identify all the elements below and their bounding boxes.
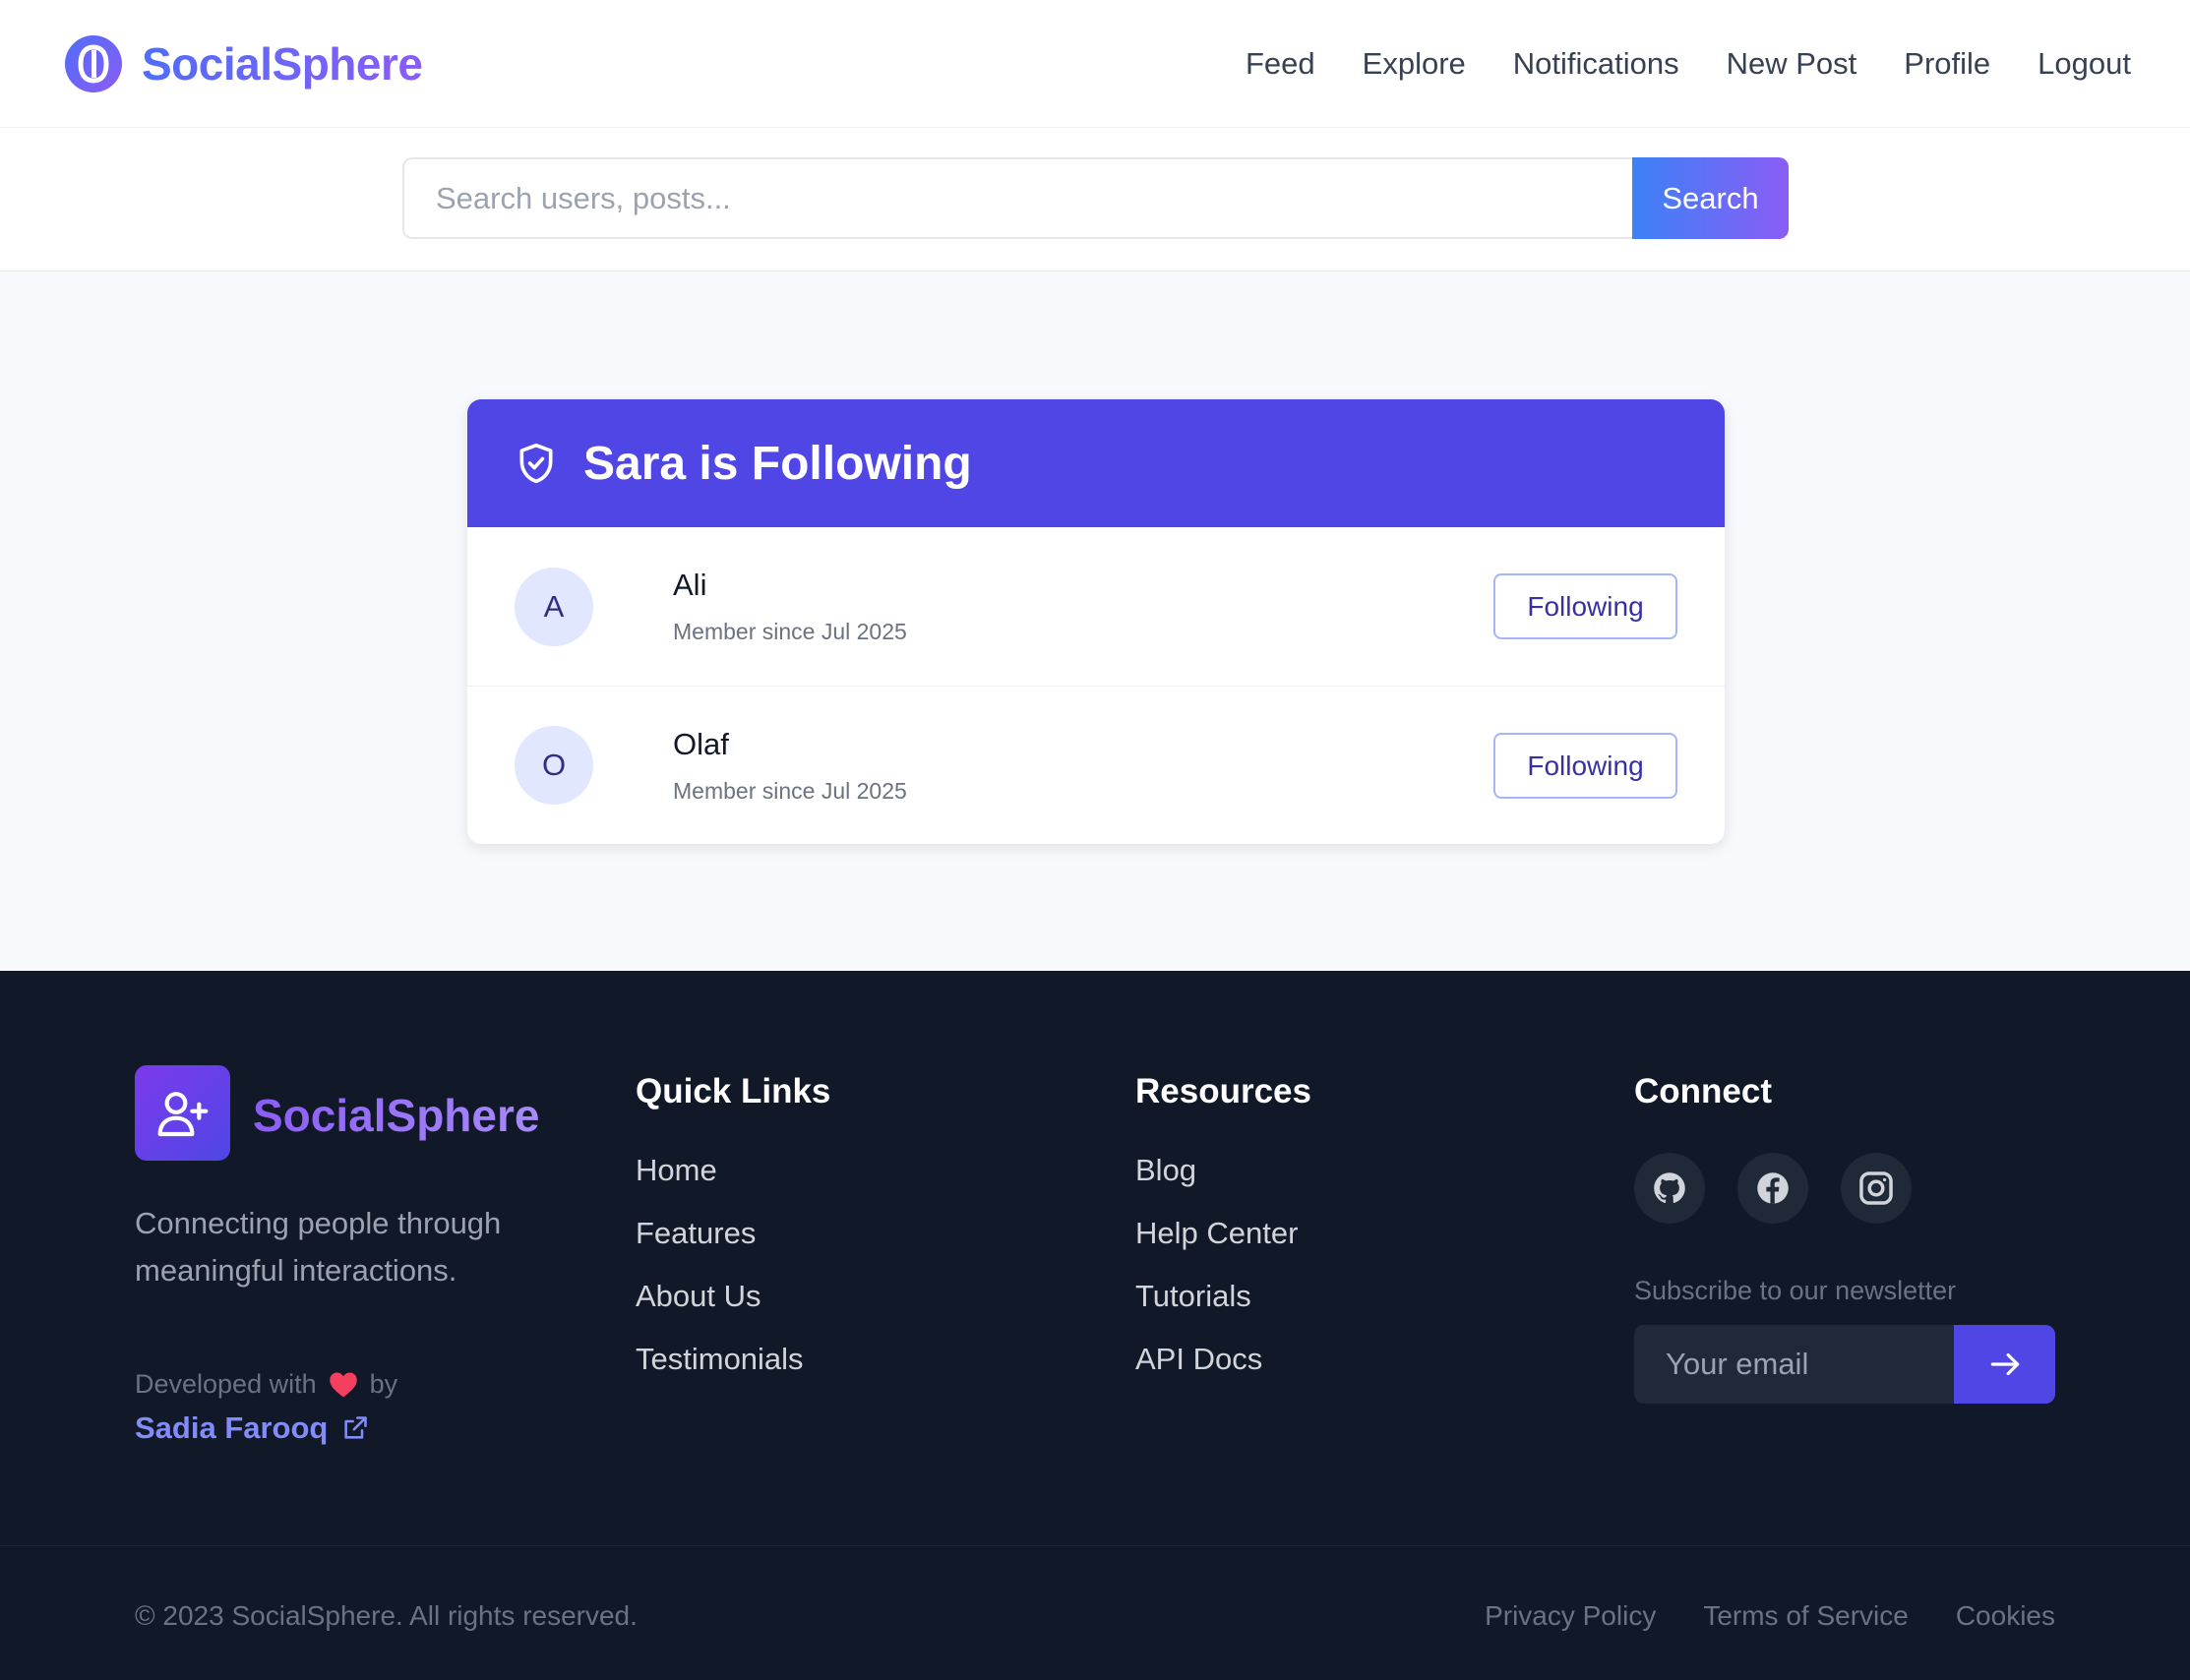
github-icon[interactable] (1634, 1153, 1705, 1224)
footer-tagline: Connecting people through meaningful int… (135, 1206, 502, 1288)
following-button[interactable]: Following (1493, 573, 1677, 639)
member-since: Member since Jul 2025 (673, 777, 907, 804)
quick-links-title: Quick Links (636, 1072, 831, 1110)
nav-notifications[interactable]: Notifications (1513, 46, 1679, 82)
avatar[interactable]: O (515, 726, 593, 805)
search-form: Search (402, 157, 1789, 239)
external-link-icon (344, 1416, 368, 1439)
connect-title: Connect (1634, 1072, 1772, 1110)
footer-link-help-center[interactable]: Help Center (1135, 1216, 1298, 1279)
footer: SocialSphere Connecting people through m… (0, 971, 2190, 1680)
newsletter-form (1634, 1325, 2055, 1404)
facebook-icon[interactable] (1737, 1153, 1808, 1224)
footer-link-features[interactable]: Features (636, 1216, 804, 1279)
footer-link-about-us[interactable]: About Us (636, 1279, 804, 1342)
search-button[interactable]: Search (1632, 157, 1789, 239)
user-info: Ali Member since Jul 2025 (673, 568, 907, 645)
card-title: Sara is Following (583, 437, 972, 490)
user-info: Olaf Member since Jul 2025 (673, 727, 907, 805)
nav-new-post[interactable]: New Post (1727, 46, 1857, 82)
user-name[interactable]: Olaf (673, 727, 907, 762)
copyright: © 2023 SocialSphere. All rights reserved… (135, 1600, 638, 1631)
search-input[interactable] (402, 157, 1632, 239)
social-links (1634, 1153, 1912, 1224)
nav-feed[interactable]: Feed (1246, 46, 1315, 82)
subscribe-button[interactable] (1954, 1325, 2055, 1404)
main-nav: Feed Explore Notifications New Post Prof… (1246, 46, 2131, 82)
privacy-policy-link[interactable]: Privacy Policy (1485, 1600, 1656, 1632)
footer-link-api-docs[interactable]: API Docs (1135, 1342, 1298, 1405)
instagram-icon[interactable] (1841, 1153, 1912, 1224)
developed-with-line: Developed with by (135, 1369, 397, 1400)
card-header: Sara is Following (467, 399, 1725, 527)
footer-link-home[interactable]: Home (636, 1153, 804, 1216)
footer-link-testimonials[interactable]: Testimonials (636, 1342, 804, 1405)
newsletter-label: Subscribe to our newsletter (1634, 1276, 1957, 1305)
shield-check-icon (519, 443, 553, 484)
search-section: Search (0, 128, 2190, 271)
member-since: Member since Jul 2025 (673, 619, 907, 644)
footer-link-tutorials[interactable]: Tutorials (1135, 1279, 1298, 1342)
brand-name: SocialSphere (142, 37, 423, 90)
developed-with-text: Developed with (135, 1369, 317, 1399)
resources-list: Blog Help Center Tutorials API Docs (1135, 1153, 1298, 1405)
following-button[interactable]: Following (1493, 733, 1677, 799)
nav-profile[interactable]: Profile (1904, 46, 1990, 82)
quick-links-list: Home Features About Us Testimonials (636, 1153, 804, 1405)
developer-name: Sadia Farooq (135, 1410, 329, 1445)
nav-explore[interactable]: Explore (1363, 46, 1466, 82)
by-text: by (369, 1369, 398, 1399)
footer-link-blog[interactable]: Blog (1135, 1153, 1298, 1216)
heart-icon (329, 1372, 357, 1397)
footer-brand: SocialSphere (253, 1090, 540, 1141)
cookies-link[interactable]: Cookies (1956, 1600, 2055, 1632)
following-card: Sara is Following A Ali Member since Jul… (467, 399, 1725, 844)
resources-title: Resources (1135, 1072, 1311, 1110)
arrow-right-icon (1990, 1352, 2019, 1376)
navbar: SocialSphere Feed Explore Notifications … (0, 0, 2190, 128)
following-row: O Olaf Member since Jul 2025 Following (467, 686, 1725, 844)
brand[interactable]: SocialSphere (65, 34, 423, 92)
brand-logo-icon (65, 34, 122, 92)
terms-of-service-link[interactable]: Terms of Service (1703, 1600, 1909, 1632)
nav-logout[interactable]: Logout (2038, 46, 2131, 82)
user-name[interactable]: Ali (673, 568, 907, 603)
legal-links: Privacy Policy Terms of Service Cookies (1485, 1600, 2055, 1632)
following-row: A Ali Member since Jul 2025 Following (467, 527, 1725, 686)
user-plus-icon (135, 1065, 230, 1161)
developer-link[interactable]: Sadia Farooq (135, 1410, 369, 1446)
newsletter-email-input[interactable] (1634, 1325, 1954, 1404)
avatar[interactable]: A (515, 567, 593, 646)
footer-divider (0, 1545, 2190, 1546)
